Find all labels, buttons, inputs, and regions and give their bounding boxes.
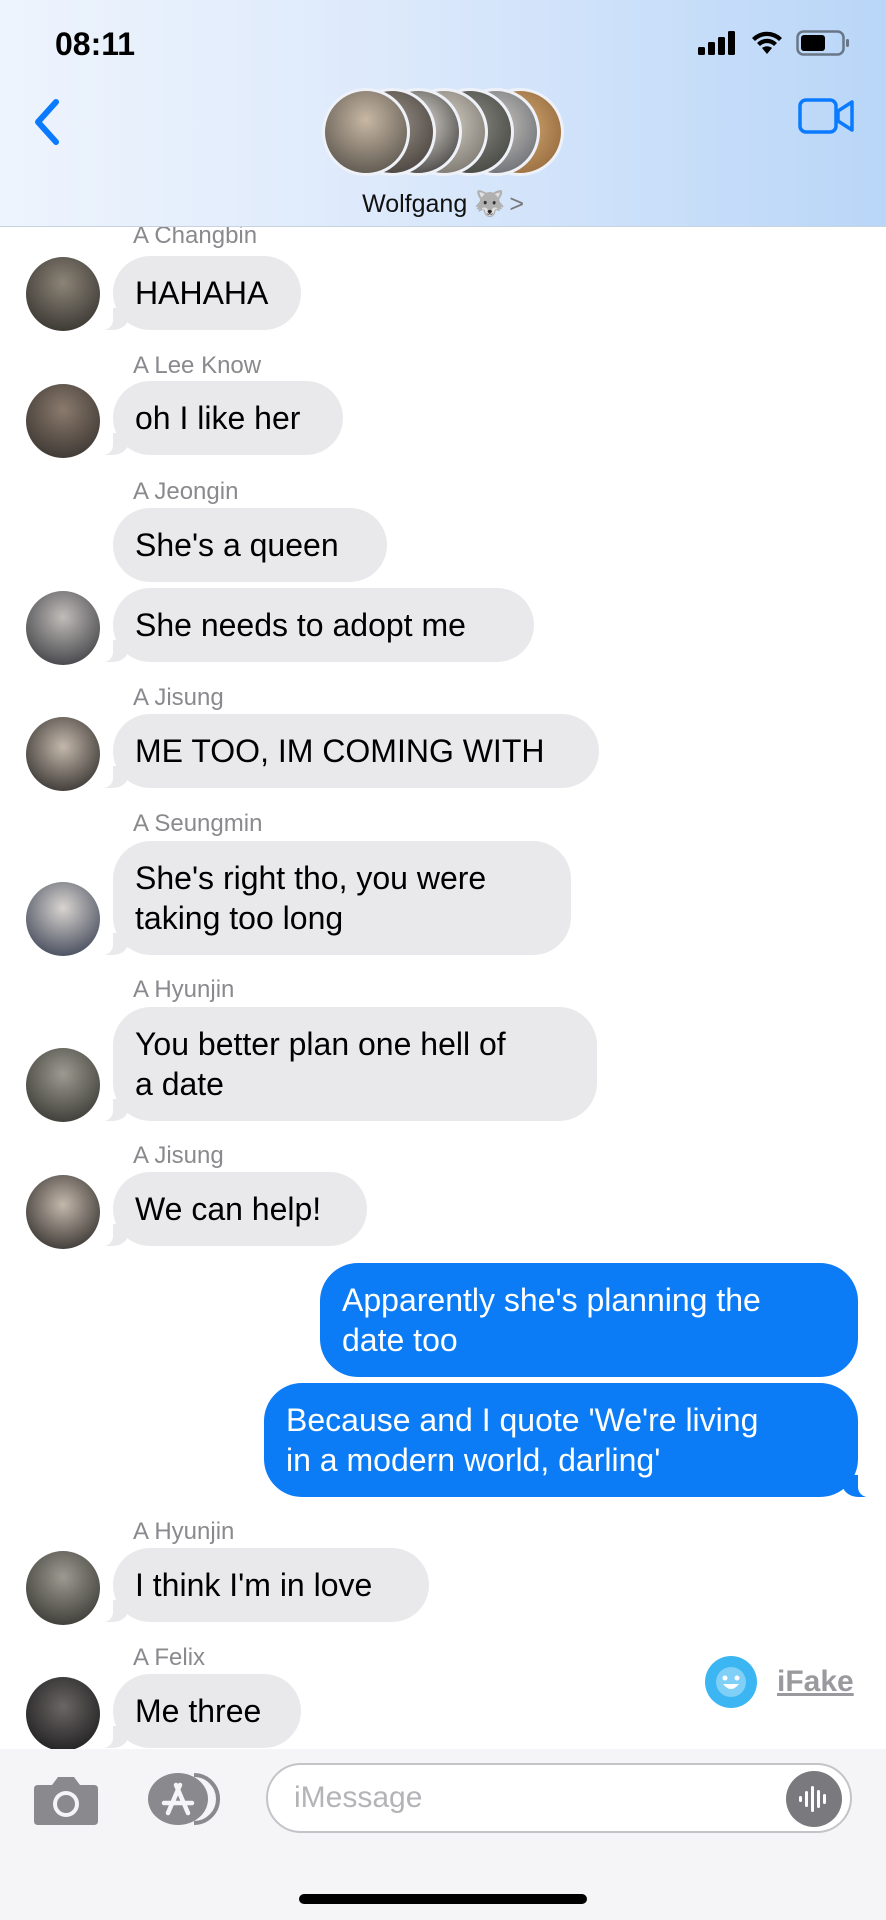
watermark-label: iFake (777, 1665, 854, 1698)
group-avatar-stack[interactable] (322, 88, 564, 180)
message-bubble[interactable]: She's right tho, you were taking too lon… (99, 841, 571, 955)
audio-waveform-icon[interactable] (786, 1771, 842, 1827)
message-bubble[interactable]: HAHAHA (99, 256, 301, 330)
imessage-placeholder: iMessage (294, 1781, 423, 1814)
avatar (26, 1175, 100, 1249)
sender-name: A Lee Know (133, 352, 262, 379)
avatar (26, 717, 100, 791)
message-bubble-outgoing[interactable]: Because and I quote 'We're living in a m… (264, 1383, 872, 1497)
smiley-face-icon (705, 1656, 757, 1708)
message-bubble[interactable]: Me three (99, 1674, 301, 1748)
message-bubble[interactable]: She's a queen (113, 508, 387, 582)
app-store-icon[interactable] (146, 1769, 224, 1829)
avatar (26, 882, 100, 956)
sender-name: A Changbin (133, 227, 258, 249)
group-avatar (322, 88, 410, 176)
sender-name: A Hyunjin (133, 976, 235, 1003)
chevron-right-icon: > (509, 190, 524, 218)
cellular-signal-icon (698, 31, 735, 55)
message-bubble[interactable]: I think I'm in love (99, 1548, 429, 1622)
ifake-watermark: iFake (705, 1656, 854, 1708)
sender-name: A Seungmin (133, 810, 263, 837)
message-bubble-outgoing[interactable]: Apparently she's planning the date too (320, 1263, 858, 1377)
sender-name: A Felix (133, 1644, 206, 1671)
status-icons (698, 28, 850, 58)
home-indicator[interactable] (299, 1894, 587, 1904)
imessage-input[interactable]: iMessage (266, 1763, 852, 1833)
avatar (26, 1677, 100, 1749)
message-bubble[interactable]: oh I like her (99, 381, 343, 455)
back-chevron-icon[interactable] (28, 96, 68, 148)
avatar (26, 384, 100, 458)
sender-name: A Jeongin (133, 478, 239, 505)
message-bubble[interactable]: We can help! (99, 1172, 367, 1246)
group-name: Wolfgang 🐺 (362, 190, 506, 218)
composer-bar: iMessage (0, 1749, 886, 1920)
message-bubble[interactable]: ME TOO, IM COMING WITH (99, 714, 599, 788)
chat-header: 08:11 Wolfgang 🐺 > (0, 0, 886, 227)
battery-icon (796, 30, 849, 56)
sender-name: A Hyunjin (133, 1518, 235, 1545)
camera-icon[interactable] (32, 1771, 100, 1829)
avatar (26, 257, 100, 331)
facetime-video-icon[interactable] (798, 96, 854, 136)
message-bubble[interactable]: She needs to adopt me (99, 588, 534, 662)
sender-name: A Jisung (133, 684, 224, 711)
group-name-row[interactable]: Wolfgang 🐺 > (0, 190, 886, 219)
avatar (26, 1048, 100, 1122)
avatar (26, 591, 100, 665)
message-bubble[interactable]: You better plan one hell of a date (99, 1007, 597, 1121)
sender-name: A Jisung (133, 1142, 224, 1169)
message-list[interactable]: A Changbin HAHAHA A Lee Know oh I like h… (0, 227, 886, 1749)
status-time: 08:11 (55, 26, 136, 62)
wifi-icon (752, 31, 782, 54)
avatar (26, 1551, 100, 1625)
